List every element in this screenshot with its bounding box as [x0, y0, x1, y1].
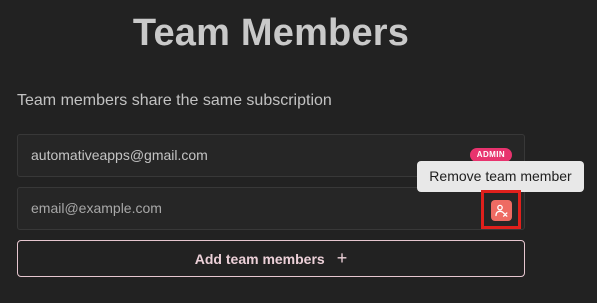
remove-member-button[interactable]: [491, 200, 512, 221]
add-team-members-button[interactable]: Add team members +: [17, 240, 525, 277]
add-team-members-label: Add team members: [194, 250, 325, 267]
remove-user-icon: [495, 204, 508, 217]
page-title: Team Members: [132, 12, 410, 54]
page-subtitle: Team members share the same subscription: [17, 92, 332, 109]
member-email: automativeapps@gmail.com: [31, 147, 208, 163]
member-email: email@example.com: [31, 200, 162, 216]
plus-icon: +: [336, 247, 348, 268]
admin-badge: ADMIN: [469, 148, 512, 162]
member-row: email@example.com: [17, 187, 525, 230]
remove-member-tooltip: Remove team member: [417, 161, 584, 192]
